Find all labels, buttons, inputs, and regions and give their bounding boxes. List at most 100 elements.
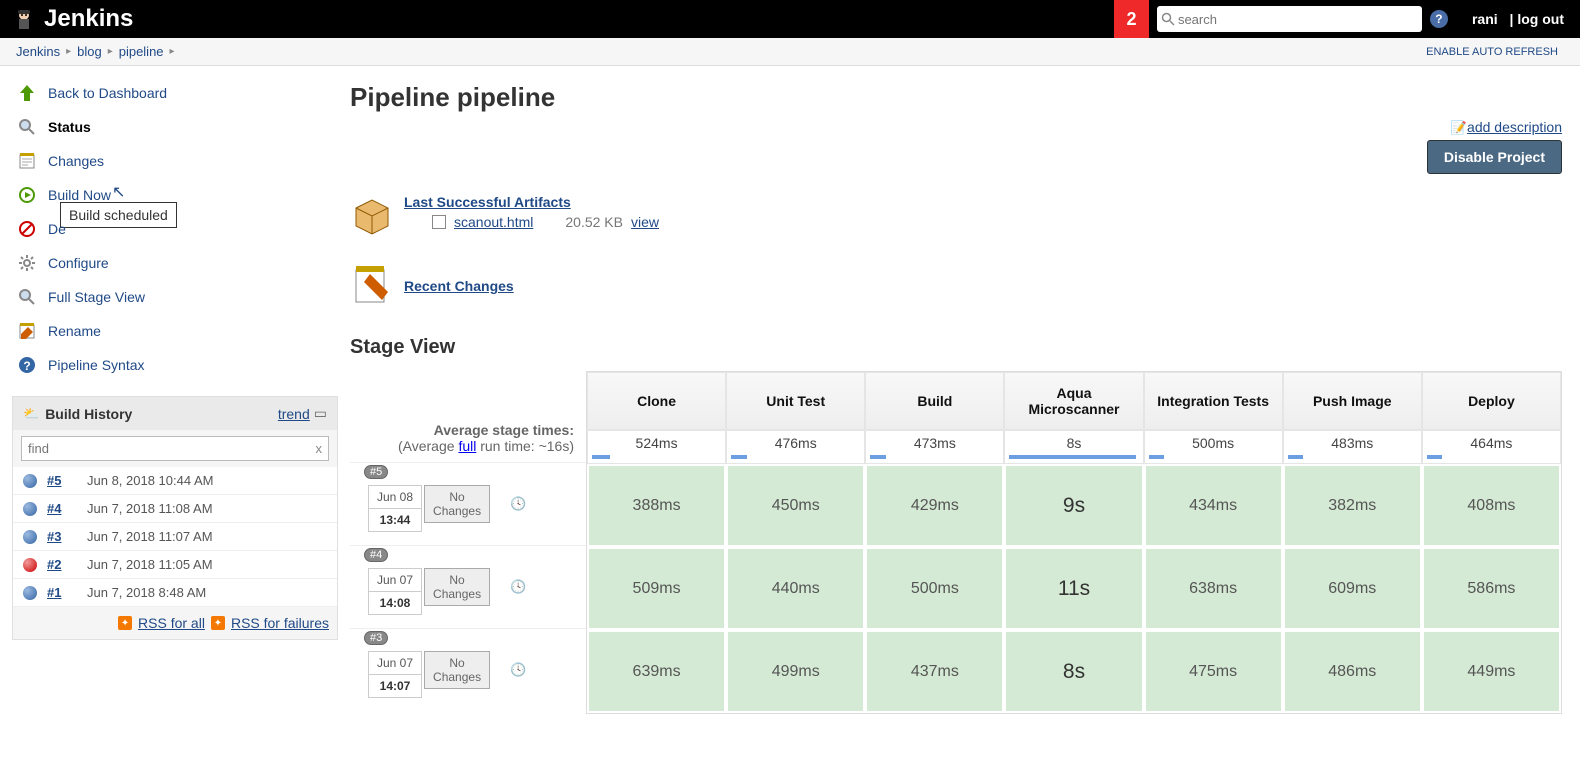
stage-data-cell[interactable]: 450ms [726,464,865,547]
stage-data-cell[interactable]: 639ms [587,630,726,713]
logo-text: Jenkins [44,5,133,33]
build-history-search[interactable] [28,441,316,456]
artifact-file-link[interactable]: scanout.html [454,214,533,230]
nav-full-stage[interactable]: Full Stage View [12,280,338,314]
run-badge: #4 [364,548,388,562]
build-history-row[interactable]: #1 Jun 7, 2018 8:48 AM [13,579,337,607]
stage-data-cell[interactable]: 437ms [865,630,1004,713]
stage-data-cell[interactable]: 586ms [1422,547,1561,630]
nav-status[interactable]: Status [12,110,338,144]
stage-data-cell[interactable]: 11s [1004,547,1143,630]
build-number-link[interactable]: #1 [47,585,87,600]
artifact-view-link[interactable]: view [631,214,659,230]
status-ball-icon [23,586,37,600]
prohibit-icon [16,218,38,240]
build-number-link[interactable]: #4 [47,501,87,516]
stage-data-cell[interactable]: 500ms [865,547,1004,630]
stage-data-cell[interactable]: 440ms [726,547,865,630]
stage-data-cell[interactable]: 638ms [1144,547,1283,630]
recent-changes-link[interactable]: Recent Changes [404,278,514,294]
stage-data-cell[interactable]: 408ms [1422,464,1561,547]
full-link[interactable]: full [458,438,476,454]
stage-data-cell[interactable]: 429ms [865,464,1004,547]
stage-avg: 524ms [587,430,726,464]
nav-rename[interactable]: Rename [12,314,338,348]
gear-icon [16,252,38,274]
file-icon [432,215,446,229]
build-history-row[interactable]: #5 Jun 8, 2018 10:44 AM [13,467,337,495]
build-number-link[interactable]: #3 [47,529,87,544]
nav-configure[interactable]: Configure [12,246,338,280]
collapse-icon[interactable]: ▭ [314,405,327,422]
trend-link[interactable]: trend [278,406,310,422]
run-datebox: Jun 0714:08 [368,568,422,615]
build-number-link[interactable]: #2 [47,557,87,572]
rss-failures-link[interactable]: RSS for failures [231,615,329,631]
logo[interactable]: Jenkins [0,5,143,33]
notification-badge[interactable]: 2 [1114,0,1149,38]
nav-changes[interactable]: Changes [12,144,338,178]
edit-icon: 📝 [1451,120,1467,135]
breadcrumb-item[interactable]: Jenkins [16,44,60,59]
stage-header: Push Image [1283,372,1422,430]
breadcrumb-item[interactable]: pipeline [119,44,164,59]
stage-data-cell[interactable]: 388ms [587,464,726,547]
notepad-icon [16,150,38,172]
chevron-right-icon: ▸ [108,46,113,57]
stage-run-label[interactable]: #5 Jun 0813:44 NoChanges 🕓 [350,462,586,545]
logout-link[interactable]: | log out [1510,11,1564,27]
search-icon [1161,12,1175,26]
nav-build-now[interactable]: Build Now ↖ Build scheduled [12,178,338,212]
stage-data-cell[interactable]: 8s [1004,630,1143,713]
stage-data-cell[interactable]: 434ms [1144,464,1283,547]
build-history-row[interactable]: #2 Jun 7, 2018 11:05 AM [13,551,337,579]
run-datebox: Jun 0813:44 [368,485,422,532]
build-history-panel: ⛅ Build History trend ▭ x #5 Jun 8, 2018… [12,396,338,640]
clock-icon[interactable]: 🕓 [510,496,526,512]
username-link[interactable]: rani [1472,11,1498,27]
stage-data-cell[interactable]: 382ms [1283,464,1422,547]
status-ball-icon [23,474,37,488]
build-date: Jun 8, 2018 10:44 AM [87,473,213,488]
artifacts-title[interactable]: Last Successful Artifacts [404,194,659,210]
stage-run-label[interactable]: #4 Jun 0714:08 NoChanges 🕓 [350,545,586,628]
auto-refresh-link[interactable]: ENABLE AUTO REFRESH [1426,46,1558,58]
stage-data-cell[interactable]: 475ms [1144,630,1283,713]
clock-icon[interactable]: 🕓 [510,579,526,595]
run-badge: #3 [364,631,388,645]
stage-avg: 483ms [1283,430,1422,464]
stage-data-cell[interactable]: 609ms [1283,547,1422,630]
stage-data-cell[interactable]: 9s [1004,464,1143,547]
jenkins-icon [10,5,38,33]
build-history-row[interactable]: #4 Jun 7, 2018 11:08 AM [13,495,337,523]
stage-data-cell[interactable]: 509ms [587,547,726,630]
search-input[interactable] [1178,12,1418,27]
package-icon [350,194,398,242]
run-changes: NoChanges [424,568,490,606]
help-circle-icon: ? [16,354,38,376]
status-ball-icon [23,530,37,544]
breadcrumb: Jenkins ▸ blog ▸ pipeline ▸ ENABLE AUTO … [0,38,1580,66]
build-number-link[interactable]: #5 [47,473,87,488]
stage-run-label[interactable]: #3 Jun 0714:07 NoChanges 🕓 [350,628,586,711]
nav-syntax[interactable]: ? Pipeline Syntax [12,348,338,382]
rss-all-link[interactable]: RSS for all [138,615,205,631]
build-history-row[interactable]: #3 Jun 7, 2018 11:07 AM [13,523,337,551]
arrow-up-icon [16,82,38,104]
clock-icon[interactable]: 🕓 [510,662,526,678]
stage-data-cell[interactable]: 449ms [1422,630,1561,713]
search-box[interactable] [1157,6,1422,32]
breadcrumb-item[interactable]: blog [77,44,102,59]
stage-data-cell[interactable]: 499ms [726,630,865,713]
stage-avg: 476ms [726,430,865,464]
clear-icon[interactable]: x [316,441,323,456]
add-description-link[interactable]: add description [1467,119,1562,135]
nav-back[interactable]: Back to Dashboard [12,76,338,110]
nav-delete[interactable]: De [12,212,338,246]
help-icon[interactable]: ? [1430,10,1448,28]
stage-avg: 473ms [865,430,1004,464]
status-ball-icon [23,558,37,572]
stage-avg: 464ms [1422,430,1561,464]
disable-project-button[interactable]: Disable Project [1427,140,1562,174]
stage-data-cell[interactable]: 486ms [1283,630,1422,713]
